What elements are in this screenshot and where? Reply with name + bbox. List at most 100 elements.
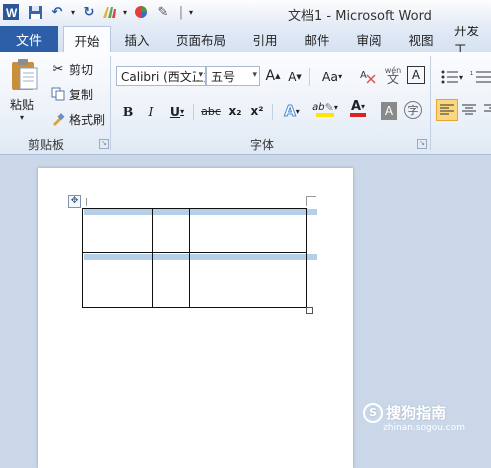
word-icon[interactable]: W	[2, 3, 20, 21]
grow-font-glyph: A	[265, 68, 276, 84]
center-icon[interactable]	[462, 104, 478, 116]
font-color-bar	[350, 113, 366, 117]
chevron-down-icon[interactable]: ▾	[196, 70, 203, 80]
character-shading-button[interactable]: A	[381, 102, 397, 120]
clipboard-launcher-icon[interactable]: ↘	[99, 139, 109, 149]
align-right-icon[interactable]	[484, 104, 491, 116]
tab-home[interactable]: 开始	[63, 26, 111, 53]
svg-text:A: A	[360, 70, 367, 81]
change-case-button[interactable]: Aa ▾	[318, 65, 346, 87]
font-color-button[interactable]: A ▾	[346, 98, 370, 120]
paste-dropdown-icon[interactable]: ▾	[20, 113, 24, 122]
chevron-down-icon[interactable]: ▾	[252, 70, 257, 80]
bullets-icon	[441, 70, 458, 84]
table-border	[82, 252, 307, 253]
clipboard-group-label: 剪贴板	[28, 138, 65, 152]
phonetic-char: 文	[386, 72, 399, 86]
table-border	[82, 307, 307, 308]
table-resize-handle[interactable]	[306, 307, 313, 314]
tab-page-layout[interactable]: 页面布局	[170, 26, 232, 52]
paste-label[interactable]: 粘贴	[10, 96, 34, 113]
change-case-glyph: Aa	[321, 68, 339, 84]
font-group-label: 字体	[250, 138, 275, 152]
numbering-icon[interactable]: 1	[470, 70, 491, 84]
align-left-button[interactable]	[436, 99, 458, 121]
enclose-characters-button[interactable]: 字	[404, 101, 422, 119]
drawing-icon[interactable]: ✎	[154, 3, 172, 21]
tab-mailings[interactable]: 邮件	[298, 26, 336, 52]
table-border	[82, 208, 307, 209]
tab-references[interactable]: 引用	[246, 26, 284, 52]
table-move-handle-icon[interactable]: ✥	[68, 195, 81, 208]
font-size-value: 五号	[211, 69, 236, 84]
watermark: S 搜狗指南 zhinan.sogou.com	[363, 402, 465, 433]
save-icon[interactable]	[26, 3, 44, 21]
tab-view[interactable]: 视图	[402, 26, 440, 52]
divider	[309, 68, 310, 86]
highlight-button[interactable]: ab ✎ ▾	[310, 98, 340, 120]
color-wheel-icon[interactable]	[132, 3, 150, 21]
underline-button[interactable]: U ▾	[166, 100, 188, 122]
copy-label: 复制	[69, 87, 94, 102]
scissors-icon: ✂	[52, 61, 64, 77]
bold-button[interactable]: B	[120, 100, 136, 122]
italic-button[interactable]: I	[143, 100, 159, 122]
svg-text:1: 1	[470, 71, 473, 77]
format-painter-button[interactable]: 格式刷	[50, 108, 105, 130]
table-border	[82, 208, 83, 308]
document-table[interactable]	[82, 208, 317, 308]
subscript-button[interactable]: x₂	[226, 100, 244, 122]
highlighter-icon: ✎	[324, 100, 334, 114]
phonetic-guide-button[interactable]: wén 文	[382, 64, 404, 86]
customize-qat-icon[interactable]: ▾	[182, 3, 200, 21]
underline-glyph: U	[169, 103, 181, 119]
tab-review[interactable]: 审阅	[350, 26, 388, 52]
cut-button[interactable]: ✂ 剪切	[50, 58, 93, 80]
divider	[193, 104, 194, 120]
margin-mark	[306, 196, 316, 197]
clear-formatting-icon: A	[360, 70, 376, 84]
character-border-button[interactable]: A	[407, 66, 425, 84]
watermark-main: 搜狗指南	[386, 404, 447, 422]
highlight-color-bar	[316, 112, 334, 117]
tab-insert[interactable]: 插入	[118, 26, 156, 52]
table-row-highlight	[84, 209, 317, 215]
strikethrough-button[interactable]: abc	[200, 100, 222, 122]
font-name-value: Calibri (西文正文	[121, 69, 205, 84]
table-border	[306, 208, 307, 308]
window-title: 文档1 - Microsoft Word	[288, 9, 432, 24]
text-effects-button[interactable]: A ▾	[280, 100, 304, 122]
watermark-sub: zhinan.sogou.com	[383, 423, 465, 433]
redo-icon[interactable]: ↻	[80, 3, 98, 21]
divider	[272, 104, 273, 120]
table-border[interactable]	[189, 208, 190, 308]
copy-button[interactable]: 复制	[50, 83, 93, 105]
shrink-font-glyph: A	[288, 70, 297, 84]
format-painter-label: 格式刷	[69, 112, 106, 127]
font-color-glyph: A	[350, 99, 362, 114]
clear-formatting-button[interactable]: A	[358, 65, 378, 87]
align-left-icon	[440, 104, 454, 115]
copy-icon	[50, 86, 66, 102]
tab-developer[interactable]: 开发工	[454, 26, 491, 52]
group-divider	[110, 56, 111, 150]
group-divider	[430, 56, 431, 150]
shrink-font-button[interactable]: A ▼	[286, 66, 304, 88]
tab-file[interactable]: 文件	[0, 26, 58, 52]
paintbrush-icon	[50, 111, 66, 127]
sogou-logo-icon: S	[363, 402, 384, 423]
margin-mark	[306, 196, 307, 206]
cut-label: 剪切	[69, 62, 94, 77]
highlight-glyph: ab	[312, 101, 325, 113]
font-size-combo[interactable]: 五号 ▾	[206, 66, 260, 86]
font-launcher-icon[interactable]: ↘	[417, 139, 427, 149]
table-border[interactable]	[152, 208, 153, 308]
superscript-button[interactable]: x²	[248, 100, 266, 122]
paste-icon[interactable]	[8, 58, 42, 94]
margin-mark	[86, 198, 87, 206]
grow-font-button[interactable]: A ▲	[264, 65, 282, 87]
font-name-combo[interactable]: Calibri (西文正文 ▾	[116, 66, 206, 86]
svg-text:W: W	[6, 6, 18, 20]
text-effects-glyph: A	[284, 102, 297, 121]
bullets-button[interactable]: ▾	[438, 66, 466, 88]
